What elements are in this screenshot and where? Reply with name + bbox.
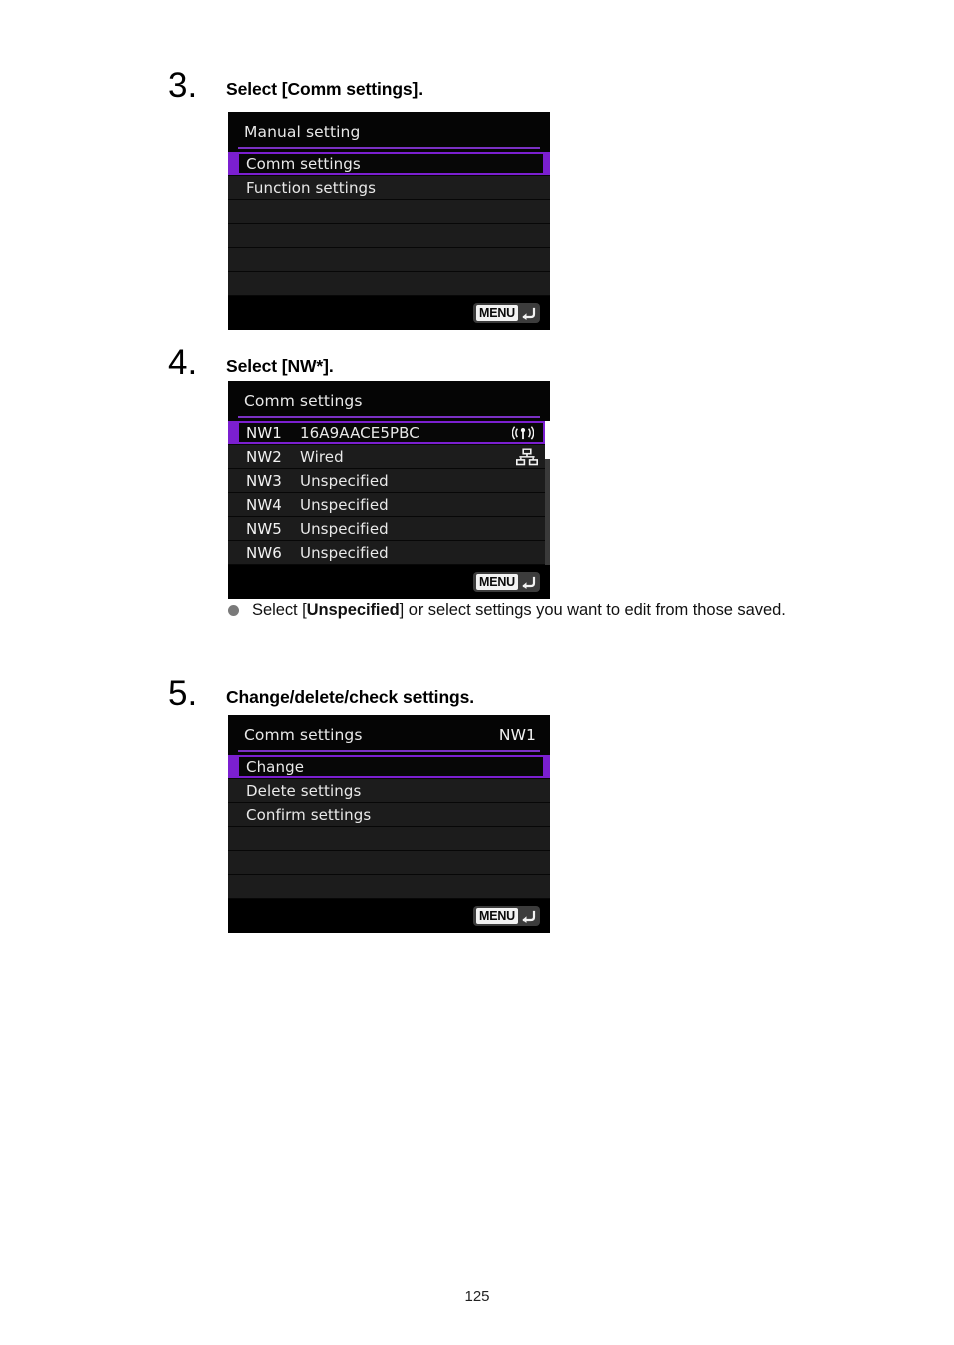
wifi-icon <box>512 425 534 440</box>
step-5-title: Change/delete/check settings. <box>226 687 475 707</box>
step-3-number: 3. <box>168 66 198 105</box>
menu-item-empty <box>228 851 550 875</box>
network-row-nw6-value: Unspecified <box>300 543 389 562</box>
list-scrollbar-thumb[interactable] <box>545 421 550 459</box>
screen-4-title-bar: Comm settings <box>228 381 550 421</box>
network-row-nw3-value: Unspecified <box>300 471 389 490</box>
note-text-after: ] or select settings you want to edit fr… <box>399 601 786 619</box>
menu-item-empty <box>228 827 550 851</box>
network-row-nw1-code: NW1 <box>246 423 282 442</box>
note-text-bold: Unspecified <box>306 601 400 619</box>
step-4-number: 4. <box>168 343 198 382</box>
note-text-before: Select [ <box>252 601 307 619</box>
menu-item-change[interactable]: Change <box>228 755 550 779</box>
screen-5-title: Comm settings <box>244 726 363 744</box>
screen-3-title-bar: Manual setting <box>228 112 550 152</box>
network-row-nw3-code: NW3 <box>246 471 282 490</box>
screen-3-title: Manual setting <box>244 123 361 141</box>
screen-5-menu-list: Change Delete settings Confirm settings <box>228 755 550 899</box>
note-bullet-text: Select [Unspecified] or select settings … <box>252 598 786 623</box>
menu-item-confirm-settings-label: Confirm settings <box>246 805 372 824</box>
network-row-nw5[interactable]: NW5 Unspecified <box>228 517 550 541</box>
network-row-nw2[interactable]: NW2 Wired <box>228 445 550 469</box>
menu-item-empty <box>228 248 550 272</box>
network-row-nw4-value: Unspecified <box>300 495 389 514</box>
menu-item-empty <box>228 224 550 248</box>
network-row-nw4[interactable]: NW4 Unspecified <box>228 493 550 517</box>
network-row-nw5-value: Unspecified <box>300 519 389 538</box>
network-row-nw2-code: NW2 <box>246 447 282 466</box>
menu-back-button[interactable]: MENU <box>472 906 540 926</box>
camera-screen-comm-settings-list: Comm settings NW1 16A9AACE5PBC NW2 Wired… <box>228 381 550 599</box>
step-5: 5. Change/delete/check settings. <box>168 676 474 711</box>
menu-back-button[interactable]: MENU <box>472 303 540 323</box>
step-4: 4. Select [NW*]. <box>168 345 334 380</box>
screen-4-title: Comm settings <box>244 392 363 410</box>
menu-item-change-inner: Change <box>239 757 543 776</box>
return-arrow-icon <box>521 910 536 923</box>
screen-4-footer: MENU <box>228 565 550 599</box>
menu-item-delete-settings-label: Delete settings <box>246 781 362 800</box>
step-4-heading: 4. Select [NW*]. <box>168 345 334 380</box>
menu-back-button[interactable]: MENU <box>472 572 540 592</box>
return-arrow-icon <box>521 307 536 320</box>
menu-item-delete-settings[interactable]: Delete settings <box>228 779 550 803</box>
network-row-nw5-code: NW5 <box>246 519 282 538</box>
menu-item-empty <box>228 875 550 899</box>
camera-screen-manual-setting: Manual setting Comm settings Function se… <box>228 112 550 330</box>
menu-item-change-label: Change <box>246 757 305 776</box>
list-scrollbar[interactable] <box>545 421 550 565</box>
screen-4-network-list: NW1 16A9AACE5PBC NW2 Wired NW3 Unspecifi… <box>228 421 550 565</box>
step-5-heading: 5. Change/delete/check settings. <box>168 676 474 711</box>
network-row-nw1-value: 16A9AACE5PBC <box>300 423 420 442</box>
menu-button-label: MENU <box>475 573 518 591</box>
menu-item-confirm-settings[interactable]: Confirm settings <box>228 803 550 827</box>
screen-3-menu-list: Comm settings Function settings <box>228 152 550 296</box>
menu-item-comm-settings[interactable]: Comm settings <box>228 152 550 176</box>
menu-button-label: MENU <box>475 304 518 322</box>
network-row-nw1[interactable]: NW1 16A9AACE5PBC <box>228 421 550 445</box>
network-row-nw3[interactable]: NW3 Unspecified <box>228 469 550 493</box>
step-3-heading: 3. Select [Comm settings]. <box>168 68 423 103</box>
menu-button-label: MENU <box>475 907 518 925</box>
note-bullet-unspecified: Select [Unspecified] or select settings … <box>228 598 868 623</box>
menu-item-empty <box>228 272 550 296</box>
step-4-title: Select [NW*]. <box>226 356 334 376</box>
screen-5-title-bar: Comm settings NW1 <box>228 715 550 755</box>
wired-lan-icon <box>516 448 538 465</box>
menu-item-function-settings-label: Function settings <box>246 178 377 197</box>
menu-item-empty <box>228 200 550 224</box>
network-row-nw2-value: Wired <box>300 447 344 466</box>
step-3: 3. Select [Comm settings]. <box>168 68 423 103</box>
step-3-title: Select [Comm settings]. <box>226 79 424 99</box>
screen-3-footer: MENU <box>228 296 550 330</box>
return-arrow-icon <box>521 576 536 589</box>
menu-item-comm-settings-label: Comm settings <box>246 154 361 173</box>
network-row-nw6-code: NW6 <box>246 543 282 562</box>
page-number: 125 <box>464 1288 490 1305</box>
document-page: 3. Select [Comm settings]. Manual settin… <box>0 0 954 1345</box>
network-row-nw1-inner: NW1 16A9AACE5PBC <box>239 423 543 442</box>
network-row-nw6[interactable]: NW6 Unspecified <box>228 541 550 565</box>
menu-item-function-settings[interactable]: Function settings <box>228 176 550 200</box>
screen-5-footer: MENU <box>228 899 550 933</box>
camera-screen-comm-settings-nw1: Comm settings NW1 Change Delete settings… <box>228 715 550 933</box>
bullet-dot-icon <box>228 598 252 616</box>
step-5-number: 5. <box>168 674 198 713</box>
screen-5-title-right: NW1 <box>498 726 536 744</box>
menu-item-comm-settings-inner: Comm settings <box>239 154 543 173</box>
network-row-nw4-code: NW4 <box>246 495 282 514</box>
